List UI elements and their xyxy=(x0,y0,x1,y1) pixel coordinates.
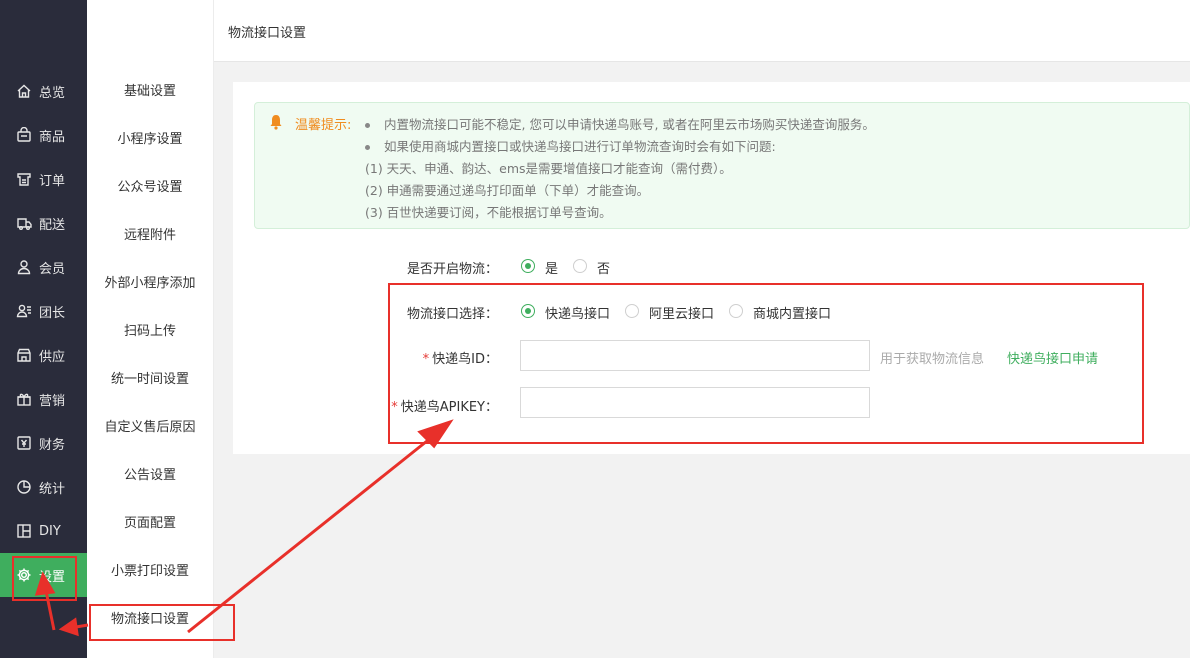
nav-item-label: 财务 xyxy=(39,437,66,453)
layout-icon xyxy=(16,523,32,539)
nav-item-orders[interactable]: 订单 xyxy=(0,157,87,201)
nav-item-delivery[interactable]: 配送 xyxy=(0,201,87,245)
nav-item-label: 团长 xyxy=(39,305,66,321)
nav-item-supply[interactable]: 供应 xyxy=(0,333,87,377)
secondary-sidebar: 基础设置 小程序设置 公众号设置 远程附件 外部小程序添加 扫码上传 统一时间设… xyxy=(87,0,214,658)
leader-icon xyxy=(16,303,32,319)
nav-item-members[interactable]: 会员 xyxy=(0,245,87,289)
nav-item-label: 统计 xyxy=(39,481,66,497)
subnav-receipt-printing[interactable]: 小票打印设置 xyxy=(87,552,213,592)
nav-item-label: 会员 xyxy=(39,261,66,277)
supply-icon xyxy=(16,347,32,363)
page-header: 物流接口设置 xyxy=(214,0,1190,62)
enable-no-radio[interactable] xyxy=(573,259,587,273)
finance-icon xyxy=(16,435,32,451)
delivery-icon xyxy=(16,215,32,231)
enable-yes-radio[interactable] xyxy=(521,259,535,273)
subnav-official-account-settings[interactable]: 公众号设置 xyxy=(87,168,213,208)
nav-item-overview[interactable]: 总览 xyxy=(0,69,87,113)
tips-item-text: 如果使用商城内置接口或快递鸟接口进行订单物流查询时会有如下问题: xyxy=(384,139,776,154)
nav-item-diy[interactable]: DIY xyxy=(0,509,87,553)
subnav-basic-settings[interactable]: 基础设置 xyxy=(87,72,213,112)
bag-icon xyxy=(16,127,32,143)
subnav-external-miniprogram[interactable]: 外部小程序添加 xyxy=(87,264,213,304)
tips-item: 内置物流接口可能不稳定, 您可以申请快递鸟账号, 或者在阿里云市场购买快递查询服… xyxy=(365,114,875,133)
tips-box: 温馨提示: 内置物流接口可能不稳定, 您可以申请快递鸟账号, 或者在阿里云市场购… xyxy=(254,102,1190,229)
tips-item: 如果使用商城内置接口或快递鸟接口进行订单物流查询时会有如下问题: xyxy=(365,136,776,155)
nav-item-label: 订单 xyxy=(39,173,66,189)
nav-item-label: 营销 xyxy=(39,393,66,409)
tips-note: (2) 申通需要通过递鸟打印面单（下单）才能查询。 xyxy=(365,183,650,198)
bell-icon xyxy=(269,114,283,130)
tips-item-text: 内置物流接口可能不稳定, 您可以申请快递鸟账号, 或者在阿里云市场购买快递查询服… xyxy=(384,117,875,132)
nav-item-label: 总览 xyxy=(39,85,66,101)
arrow-line-to-form xyxy=(187,435,433,634)
nav-item-label: 供应 xyxy=(39,349,66,365)
page-title: 物流接口设置 xyxy=(228,26,307,41)
nav-item-finance[interactable]: 财务 xyxy=(0,421,87,465)
subnav-page-config[interactable]: 页面配置 xyxy=(87,504,213,544)
tips-note: (1) 天天、申通、韵达、ems是需要增值接口才能查询（需付费）。 xyxy=(365,161,732,176)
user-icon xyxy=(16,259,32,275)
enable-logistics-label: 是否开启物流： xyxy=(406,262,498,277)
nav-item-leaders[interactable]: 团长 xyxy=(0,289,87,333)
pie-chart-icon xyxy=(16,479,32,495)
annotation-box-settings xyxy=(12,556,77,601)
annotation-box-provider xyxy=(388,283,1144,444)
nav-item-statistics[interactable]: 统计 xyxy=(0,465,87,509)
subnav-miniprogram-settings[interactable]: 小程序设置 xyxy=(87,120,213,160)
nav-item-label: 商品 xyxy=(39,129,66,145)
subnav-scan-upload[interactable]: 扫码上传 xyxy=(87,312,213,352)
nav-item-marketing[interactable]: 营销 xyxy=(0,377,87,421)
subnav-unified-time[interactable]: 统一时间设置 xyxy=(87,360,213,400)
nav-item-label: 配送 xyxy=(39,217,66,233)
nav-item-products[interactable]: 商品 xyxy=(0,113,87,157)
enable-yes-label[interactable]: 是 xyxy=(545,258,558,277)
enable-no-label[interactable]: 否 xyxy=(597,258,610,277)
nav-item-label: DIY xyxy=(39,523,61,539)
tips-label: 温馨提示: xyxy=(295,118,352,133)
subnav-after-sale-reasons[interactable]: 自定义售后原因 xyxy=(87,408,213,448)
order-icon xyxy=(16,171,32,187)
annotation-box-logistics xyxy=(89,604,235,641)
subnav-announcement[interactable]: 公告设置 xyxy=(87,456,213,496)
tips-note: (3) 百世快递要订阅，不能根据订单号查询。 xyxy=(365,205,612,220)
gift-icon xyxy=(16,391,32,407)
home-icon xyxy=(16,83,32,99)
subnav-remote-attachment[interactable]: 远程附件 xyxy=(87,216,213,256)
